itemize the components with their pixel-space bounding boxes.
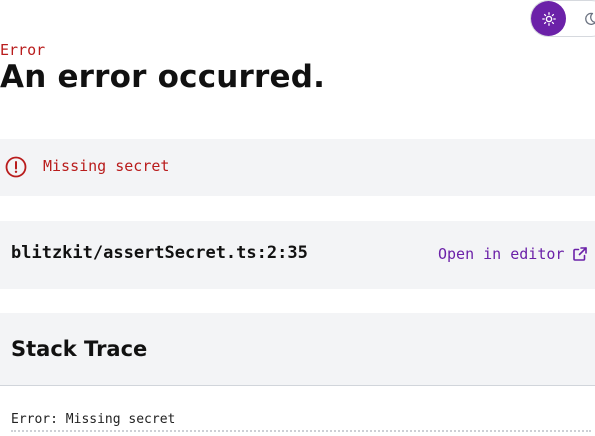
- error-label: Error: [0, 41, 46, 59]
- open-in-editor-link[interactable]: Open in editor: [438, 245, 588, 263]
- error-message-panel: Missing secret: [0, 139, 595, 196]
- light-theme-button[interactable]: [531, 1, 566, 36]
- dark-theme-button[interactable]: [572, 1, 595, 36]
- error-location: blitzkit/assertSecret.ts:2:35: [11, 243, 308, 263]
- open-in-editor-label: Open in editor: [438, 245, 565, 263]
- sun-icon: [541, 11, 556, 26]
- moon-icon: [584, 12, 595, 25]
- external-link-icon: [573, 247, 588, 261]
- stack-trace-heading: Stack Trace: [11, 337, 148, 361]
- alert-circle-icon: [5, 156, 27, 178]
- theme-toggle[interactable]: [530, 0, 595, 37]
- error-message: Missing secret: [43, 157, 170, 175]
- stack-trace-first-line: Error: Missing secret: [11, 412, 176, 427]
- stack-trace-overflow: [11, 430, 591, 436]
- page-title: An error occurred.: [0, 59, 326, 95]
